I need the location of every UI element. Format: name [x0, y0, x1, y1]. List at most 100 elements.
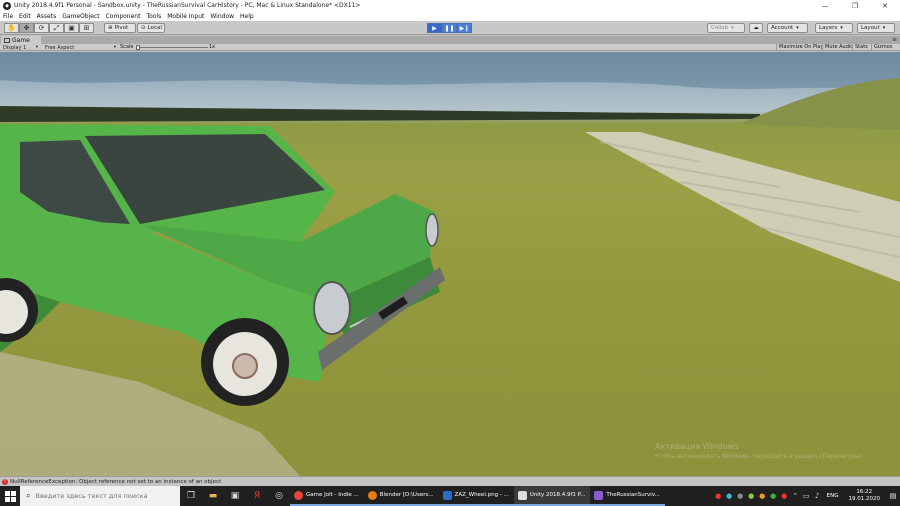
- window-title: Unity 2018.4.9f1 Personal - Sandbox.unit…: [14, 2, 361, 9]
- steam-icon[interactable]: ◎: [268, 486, 290, 506]
- menu-mobile-input[interactable]: Mobile Input: [167, 13, 204, 20]
- aspect-dropdown[interactable]: Free Aspect ▾: [42, 44, 118, 51]
- tray-app-icon[interactable]: ●: [713, 486, 724, 506]
- sky-clouds: [0, 52, 900, 92]
- layers-label: Layers: [819, 25, 838, 31]
- gizmos-dropdown[interactable]: Gizmos: [871, 44, 894, 51]
- menu-file[interactable]: File: [3, 13, 13, 20]
- hand-tool-icon[interactable]: ✋: [4, 23, 19, 33]
- chevron-down-icon: ▾: [796, 25, 799, 31]
- windows-activation-watermark: Активация Windows Чтобы активировать Win…: [655, 442, 864, 462]
- game-view-controls: Display 1 ▾ Free Aspect ▾ Scale 1x Maxim…: [0, 44, 900, 51]
- clock-time: 16:22: [856, 489, 873, 495]
- start-button[interactable]: [0, 486, 20, 506]
- tray-app-icon[interactable]: ●: [779, 486, 790, 506]
- task-view-icon[interactable]: ❐: [180, 486, 202, 506]
- tray-app-icon[interactable]: ●: [724, 486, 735, 506]
- clock-date: 19.01.2020: [848, 496, 881, 502]
- chrome-icon: [294, 490, 303, 500]
- yandex-icon[interactable]: Я: [246, 486, 268, 506]
- tray-app-icon[interactable]: ●: [757, 486, 768, 506]
- local-toggle[interactable]: ⊙ Local: [137, 23, 165, 33]
- pivot-label: Pivot: [114, 25, 129, 31]
- local-icon: ⊙: [141, 25, 146, 31]
- minimize-button[interactable]: —: [810, 0, 840, 11]
- chevron-up-icon[interactable]: ⌃: [790, 486, 801, 506]
- main-toolbar: ✋ ✥ ⟳ ⤢ ▣ ⊞ ⊕ Pivot ⊙ Local ▶ ❚❚ ▶❙ Coll…: [0, 21, 900, 35]
- rect-tool-icon[interactable]: ▣: [64, 23, 79, 33]
- aspect-label: Free Aspect: [45, 44, 75, 51]
- taskbar-app-image[interactable]: ZAZ_Wheel.png - ...: [438, 486, 514, 506]
- taskbar-app-visualstudio[interactable]: TheRussianSurviv...: [590, 486, 665, 506]
- taskbar-app-gamejolt[interactable]: Game Jolt - Indie ...: [290, 486, 364, 506]
- menu-help[interactable]: Help: [240, 13, 254, 20]
- error-icon: !: [2, 478, 8, 485]
- scale-label: Scale: [120, 44, 134, 50]
- account-dropdown[interactable]: Account ▾: [767, 23, 808, 33]
- move-tool-icon[interactable]: ✥: [19, 23, 34, 33]
- game-viewport[interactable]: Активация Windows Чтобы активировать Win…: [0, 52, 900, 476]
- display-dropdown[interactable]: Display 1 ▾: [0, 44, 40, 51]
- stats-toggle[interactable]: Stats: [852, 44, 870, 51]
- transform-tool-icon[interactable]: ⊞: [79, 23, 94, 33]
- display-label: Display 1: [3, 44, 27, 51]
- account-label: Account: [771, 25, 794, 31]
- taskbar-app-icon[interactable]: ▣: [224, 486, 246, 506]
- tray-app-icon[interactable]: ●: [746, 486, 757, 506]
- menu-gameobject[interactable]: GameObject: [62, 13, 99, 20]
- pivot-toggle[interactable]: ⊕ Pivot: [104, 23, 136, 33]
- chevron-down-icon: ▾: [35, 45, 38, 50]
- tray-app-icon[interactable]: ●: [768, 486, 779, 506]
- input-language[interactable]: ENG: [827, 493, 839, 499]
- chevron-down-icon: ▾: [882, 25, 886, 31]
- step-button[interactable]: ▶❙: [457, 23, 472, 33]
- unity-icon: [517, 490, 527, 500]
- tab-game[interactable]: Game: [1, 36, 41, 44]
- tab-menu-icon[interactable]: ≡: [892, 36, 897, 43]
- mute-audio-toggle[interactable]: Mute Audio: [822, 44, 855, 51]
- maximize-button[interactable]: ❐: [840, 0, 870, 11]
- menu-component[interactable]: Component: [106, 13, 141, 20]
- rotate-tool-icon[interactable]: ⟳: [34, 23, 49, 33]
- layers-dropdown[interactable]: Layers ▾: [815, 23, 853, 33]
- search-input[interactable]: [35, 492, 176, 500]
- menu-edit[interactable]: Edit: [19, 13, 31, 20]
- close-button[interactable]: ✕: [870, 0, 900, 11]
- system-tray: ● ● ● ● ● ● ● ⌃ ▭ ♪ ENG 16:22 19.01.2020…: [713, 486, 900, 506]
- menu-window[interactable]: Window: [210, 13, 234, 20]
- menu-assets[interactable]: Assets: [37, 13, 57, 20]
- maximize-on-play-toggle[interactable]: Maximize On Play: [776, 44, 825, 51]
- network-icon[interactable]: ▭: [801, 486, 812, 506]
- menu-tools[interactable]: Tools: [146, 13, 161, 20]
- chevron-down-icon: ▾: [840, 25, 843, 31]
- taskbar-app-label: Unity 2018.4.9f1 P...: [529, 492, 586, 498]
- taskbar-search[interactable]: ⌕: [20, 486, 180, 506]
- treeline: [0, 106, 760, 122]
- scale-value: 1x: [209, 44, 216, 50]
- taskbar-app-blender[interactable]: Blender [D:\Users...: [363, 486, 439, 506]
- local-label: Local: [147, 25, 162, 31]
- system-clock[interactable]: 16:22 19.01.2020: [849, 489, 881, 503]
- tray-app-icon[interactable]: ●: [735, 486, 746, 506]
- window-titlebar: ◆ Unity 2018.4.9f1 Personal - Sandbox.un…: [0, 0, 900, 11]
- visual-studio-icon: [594, 490, 604, 500]
- pause-button[interactable]: ❚❚: [442, 23, 457, 33]
- taskbar-app-unity[interactable]: Unity 2018.4.9f1 P...: [513, 486, 591, 506]
- search-icon: ⌕: [26, 491, 31, 500]
- chevron-down-icon: ▾: [731, 25, 734, 31]
- layout-dropdown[interactable]: Layout ▾: [857, 23, 895, 33]
- scale-tool-icon[interactable]: ⤢: [49, 23, 64, 33]
- console-status-bar[interactable]: ! NullReferenceException: Object referen…: [0, 476, 900, 486]
- cloud-button[interactable]: ☁: [749, 23, 763, 33]
- scale-slider-track[interactable]: [136, 47, 208, 48]
- notifications-icon[interactable]: ▤: [886, 486, 900, 506]
- file-explorer-icon[interactable]: ▬: [202, 486, 224, 506]
- collab-label: Collab: [711, 25, 729, 31]
- volume-icon[interactable]: ♪: [812, 486, 823, 506]
- play-button[interactable]: ▶: [427, 23, 442, 33]
- blender-icon: [367, 490, 377, 500]
- scale-slider-handle[interactable]: [136, 45, 140, 50]
- taskbar-app-label: Game Jolt - Indie ...: [306, 492, 359, 498]
- collab-dropdown[interactable]: Collab ▾: [707, 23, 745, 33]
- taskbar-app-label: TheRussianSurviv...: [606, 492, 660, 498]
